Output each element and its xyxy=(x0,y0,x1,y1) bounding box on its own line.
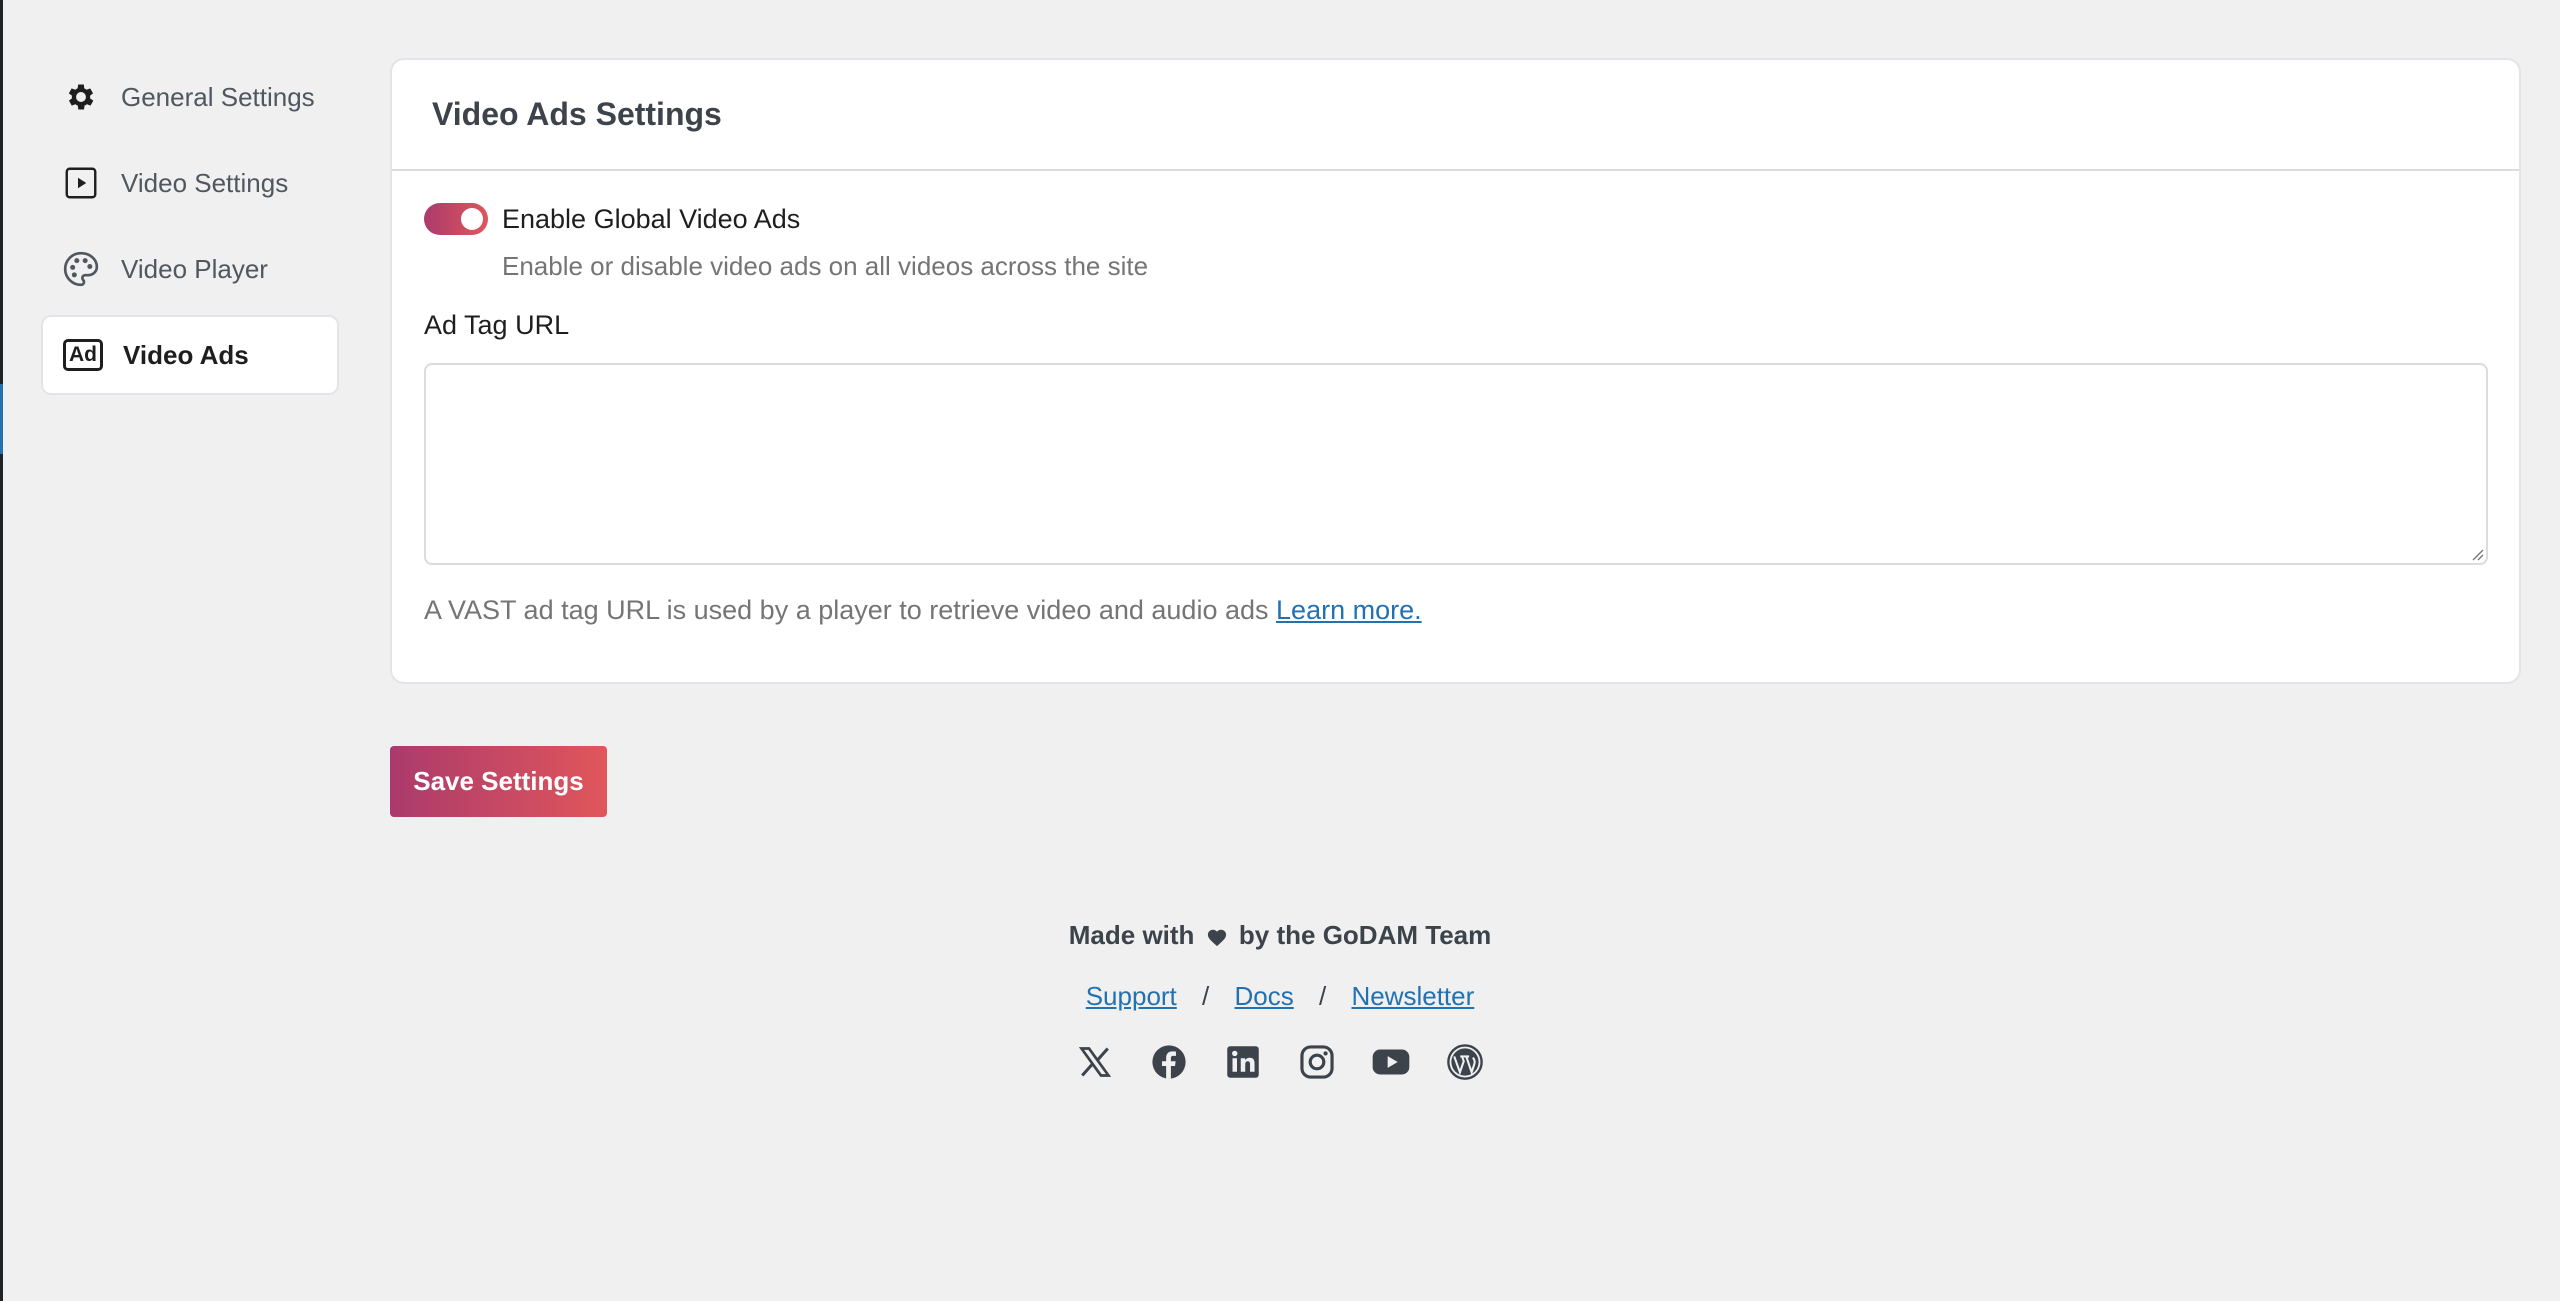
video-ads-settings-card: Video Ads Settings Enable Global Video A… xyxy=(390,58,2521,684)
card-title: Video Ads Settings xyxy=(392,60,2519,171)
toggle-label: Enable Global Video Ads xyxy=(502,203,801,234)
made-with-prefix: Made with xyxy=(1068,920,1195,950)
save-settings-button[interactable]: Save Settings xyxy=(390,746,607,817)
sidebar-item-video-ads[interactable]: Ad Video Ads xyxy=(41,315,339,395)
resize-grip-icon[interactable] xyxy=(2468,545,2484,561)
play-square-icon xyxy=(61,163,101,203)
palette-icon xyxy=(61,249,101,289)
sidebar-item-label: Video Settings xyxy=(121,167,289,198)
admin-sidebar-edge xyxy=(0,0,3,1301)
gear-icon xyxy=(61,77,101,117)
learn-more-link[interactable]: Learn more. xyxy=(1276,595,1422,625)
sidebar-item-label: General Settings xyxy=(121,81,315,112)
link-separator: / xyxy=(1202,981,1210,1011)
ad-tag-url-label: Ad Tag URL xyxy=(424,310,570,340)
x-icon[interactable] xyxy=(1075,1042,1115,1082)
sidebar-item-video-settings[interactable]: Video Settings xyxy=(41,143,339,223)
ad-tag-url-textarea[interactable] xyxy=(424,363,2488,565)
sidebar-item-label: Video Ads xyxy=(123,339,249,370)
toggle-knob xyxy=(461,208,483,230)
instagram-icon[interactable] xyxy=(1297,1042,1337,1082)
toggle-help-text: Enable or disable video ads on all video… xyxy=(502,251,1149,281)
sidebar-item-general-settings[interactable]: General Settings xyxy=(41,57,339,137)
linkedin-icon[interactable] xyxy=(1223,1042,1263,1082)
wordpress-icon[interactable] xyxy=(1445,1042,1485,1082)
enable-global-video-ads-toggle[interactable] xyxy=(424,203,488,235)
settings-sidebar: General Settings Video Settings Video Pl… xyxy=(41,57,339,401)
sidebar-item-video-player[interactable]: Video Player xyxy=(41,229,339,309)
support-link[interactable]: Support xyxy=(1086,981,1177,1011)
ad-tag-help-body: A VAST ad tag URL is used by a player to… xyxy=(424,595,1269,625)
heart-icon xyxy=(1207,929,1226,947)
footer-links: Support / Docs / Newsletter xyxy=(0,981,2560,1012)
ad-icon: Ad xyxy=(63,335,103,375)
made-with-text: Made with by the GoDAM Team xyxy=(0,920,2560,951)
link-separator: / xyxy=(1318,981,1327,1011)
sidebar-item-label: Video Player xyxy=(121,253,268,284)
facebook-icon[interactable] xyxy=(1149,1042,1189,1082)
youtube-icon[interactable] xyxy=(1371,1042,1411,1082)
newsletter-link[interactable]: Newsletter xyxy=(1351,981,1474,1011)
social-links xyxy=(0,1042,2560,1082)
ad-tag-help-text: A VAST ad tag URL is used by a player to… xyxy=(424,595,2487,626)
admin-sidebar-accent xyxy=(0,384,3,454)
docs-link[interactable]: Docs xyxy=(1235,981,1294,1011)
footer: Made with by the GoDAM Team Support / Do… xyxy=(0,920,2560,1082)
made-with-suffix: by the GoDAM Team xyxy=(1238,920,1492,950)
